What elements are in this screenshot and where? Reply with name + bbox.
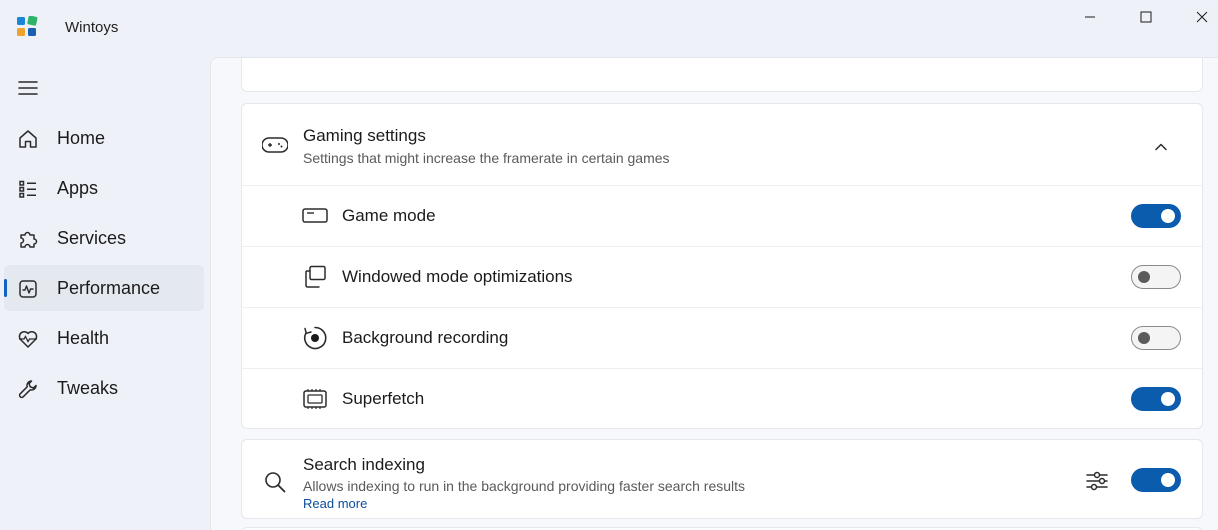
read-more-link[interactable]: Read more [303,496,367,511]
navigation-pane: Home Apps Services Performance Health Tw… [4,115,204,415]
selection-indicator [4,279,7,297]
search-indexing-card: Search indexing Allows indexing to run i… [241,439,1203,519]
setting-label: Superfetch [342,389,425,408]
chip-icon [301,386,329,412]
nav-label: Services [57,227,127,248]
toggle-knob [1138,271,1150,283]
maximize-button[interactable] [1118,0,1174,34]
gaming-settings-title: Gaming settings [303,126,426,145]
nav-label: Tweaks [57,377,119,398]
puzzle-icon [16,227,40,251]
performance-icon [16,277,40,301]
sliders-icon[interactable] [1084,468,1110,494]
search-icon [262,469,288,495]
nav-item-performance[interactable]: Performance [4,265,204,311]
game-mode-toggle[interactable] [1131,204,1181,228]
game-mode-icon [301,203,329,229]
wintoys-logo-icon [16,15,38,38]
setting-label: Game mode [342,206,436,225]
minimize-button[interactable] [1062,0,1118,34]
toggle-knob [1138,332,1150,344]
nav-label: Apps [57,177,99,198]
nav-item-home[interactable]: Home [4,115,204,161]
nav-item-tweaks[interactable]: Tweaks [4,365,204,411]
superfetch-toggle[interactable] [1131,387,1181,411]
minimize-icon [1085,16,1095,18]
setting-row-superfetch: Superfetch [242,368,1202,429]
setting-row-windowed-optimizations: Windowed mode optimizations [242,246,1202,308]
hamburger-icon [18,81,38,95]
background-recording-toggle[interactable] [1131,326,1181,350]
toggle-knob [1161,392,1175,406]
windowed-optimizations-toggle[interactable] [1131,265,1181,289]
apps-list-icon [16,177,40,201]
gamepad-icon [262,132,288,158]
title-bar: Wintoys [0,0,1218,56]
nav-item-services[interactable]: Services [4,215,204,261]
windows-stack-icon [301,264,329,290]
setting-label: Background recording [342,328,509,347]
nav-menu-button[interactable] [14,74,42,102]
search-indexing-toggle[interactable] [1131,468,1181,492]
gaming-settings-card: Gaming settings Settings that might incr… [241,103,1203,429]
close-button[interactable] [1174,0,1218,34]
nav-item-apps[interactable]: Apps [4,165,204,211]
heartbeat-icon [16,327,40,351]
toggle-knob [1161,473,1175,487]
app-title: Wintoys [65,19,119,36]
wrench-icon [16,377,40,401]
nav-label: Health [57,327,110,348]
setting-label: Windowed mode optimizations [342,267,573,286]
close-icon [1196,11,1208,23]
setting-row-game-mode: Game mode [242,185,1202,247]
previous-card [241,58,1203,92]
chevron-up-icon[interactable] [1148,134,1174,160]
search-indexing-title: Search indexing [303,455,425,474]
content-area: Gaming settings Settings that might incr… [210,57,1218,530]
nav-label: Home [57,127,106,148]
gaming-settings-subtitle: Settings that might increase the framera… [303,150,670,166]
record-icon [301,325,329,351]
home-icon [16,127,40,151]
nav-item-health[interactable]: Health [4,315,204,361]
nav-label: Performance [57,277,161,298]
maximize-icon [1140,11,1152,23]
setting-row-background-recording: Background recording [242,307,1202,369]
toggle-knob [1161,209,1175,223]
search-indexing-subtitle: Allows indexing to run in the background… [303,478,746,494]
gaming-settings-header[interactable]: Gaming settings Settings that might incr… [242,104,1202,186]
